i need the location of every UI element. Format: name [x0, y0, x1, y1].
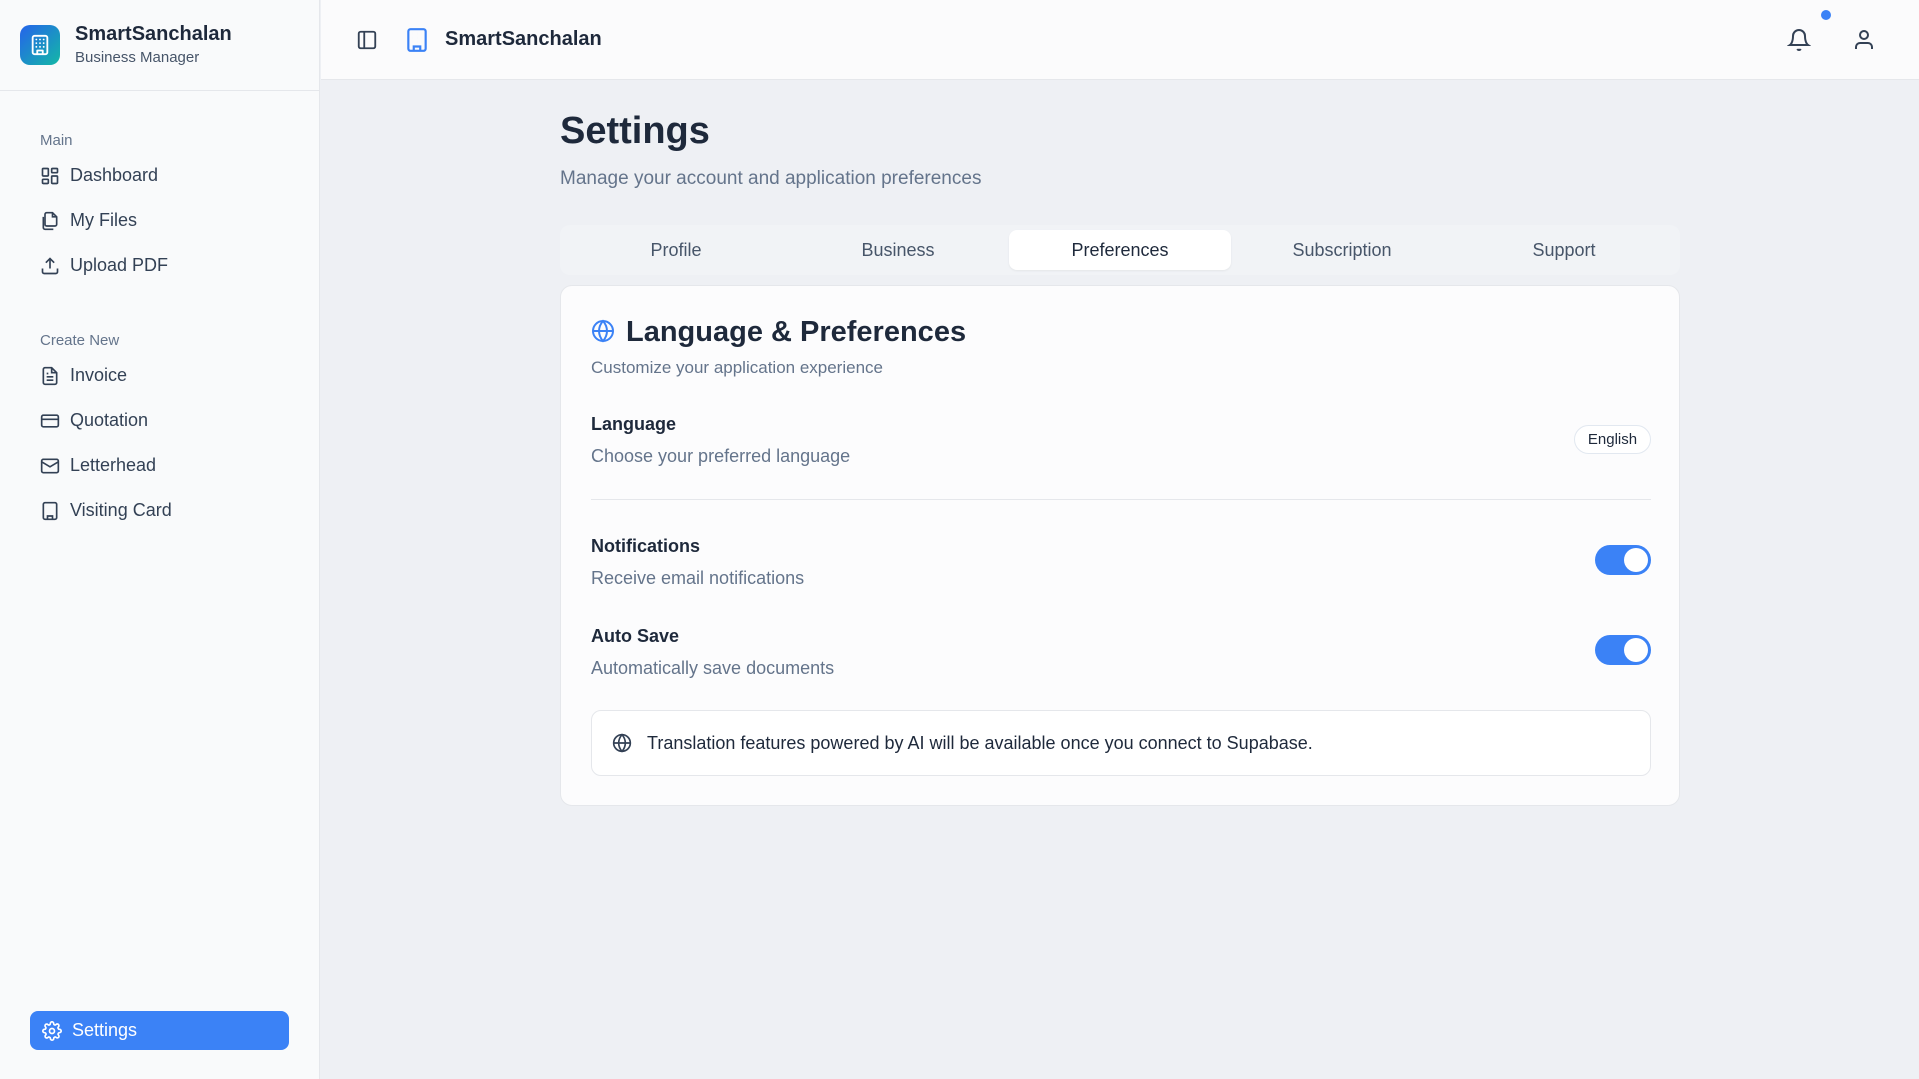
settings-tabs: Profile Business Preferences Subscriptio…	[560, 225, 1680, 275]
tab-preferences[interactable]: Preferences	[1009, 230, 1231, 270]
nav-section-title: Create New	[40, 332, 120, 349]
tab-support[interactable]: Support	[1453, 230, 1675, 270]
divider	[591, 499, 1651, 500]
sidebar-item-settings[interactable]: Settings	[30, 1011, 289, 1050]
sidebar: SmartSanchalan Business Manager Main Das…	[0, 0, 320, 1079]
top-header: SmartSanchalan	[321, 0, 1919, 80]
gear-icon	[42, 1020, 62, 1041]
sidebar-item-quotation[interactable]: Quotation	[0, 398, 320, 443]
sidebar-item-dashboard[interactable]: Dashboard	[0, 153, 320, 198]
auto-save-toggle[interactable]	[1595, 635, 1651, 665]
sidebar-item-letterhead[interactable]: Letterhead	[0, 443, 320, 488]
sidebar-item-label: Dashboard	[70, 165, 159, 185]
document-icon	[42, 366, 58, 385]
grid-icon	[41, 167, 59, 184]
notification-dot	[1821, 10, 1831, 20]
sidebar-item-visiting-card[interactable]: Visiting Card	[0, 488, 320, 533]
brand-subtitle: Business Manager	[75, 49, 200, 66]
card-icon	[40, 413, 60, 428]
nav-section-title: Main	[40, 132, 73, 149]
page-subtitle: Manage your account and application pref…	[560, 168, 982, 189]
upload-icon	[41, 256, 59, 274]
notifications-label: Notifications	[591, 536, 701, 556]
info-text: Translation features powered by AI will …	[647, 732, 1313, 753]
auto-save-desc: Automatically save documents	[591, 658, 835, 678]
sidebar-item-label: Upload PDF	[70, 255, 169, 275]
tab-business[interactable]: Business	[787, 230, 1009, 270]
language-select[interactable]: English	[1574, 425, 1651, 454]
nav-section-create: Create New Invoice Quotation Letterhead …	[0, 329, 320, 533]
sidebar-item-label: Visiting Card	[70, 500, 172, 520]
brand: SmartSanchalan Business Manager	[0, 0, 319, 91]
sidebar-item-invoice[interactable]: Invoice	[0, 353, 320, 398]
info-box: Translation features powered by AI will …	[591, 710, 1651, 776]
header-title: SmartSanchalan	[445, 28, 602, 50]
brand-name: SmartSanchalan	[75, 23, 232, 45]
card-title: Language & Preferences	[626, 316, 967, 348]
tab-subscription[interactable]: Subscription	[1231, 230, 1453, 270]
sidebar-item-label: Settings	[72, 1020, 138, 1040]
sidebar-item-my-files[interactable]: My Files	[0, 198, 320, 243]
user-icon[interactable]	[1852, 28, 1876, 52]
sidebar-item-upload-pdf[interactable]: Upload PDF	[0, 243, 320, 288]
tab-profile[interactable]: Profile	[565, 230, 787, 270]
sidebar-item-label: Quotation	[70, 410, 149, 430]
notifications-desc: Receive email notifications	[591, 568, 805, 588]
building-icon	[20, 25, 60, 65]
page-title: Settings	[560, 110, 710, 152]
auto-save-label: Auto Save	[591, 626, 680, 646]
building-icon	[42, 501, 58, 520]
building-icon	[407, 28, 427, 52]
language-label: Language	[591, 414, 677, 434]
globe-icon	[612, 733, 632, 753]
toggle-knob	[1624, 548, 1648, 572]
sidebar-item-label: Invoice	[70, 365, 128, 385]
notifications-toggle[interactable]	[1595, 545, 1651, 575]
language-desc: Choose your preferred language	[591, 446, 851, 466]
card-subtitle: Customize your application experience	[591, 358, 883, 377]
sidebar-item-label: Letterhead	[70, 455, 157, 475]
globe-icon	[592, 319, 614, 343]
sidebar-toggle-icon[interactable]	[356, 29, 378, 51]
bell-icon[interactable]	[1787, 28, 1811, 52]
nav-section-main: Main Dashboard My Files Upload PDF	[0, 129, 320, 288]
files-icon	[42, 211, 58, 230]
toggle-knob	[1624, 638, 1648, 662]
mail-icon	[40, 458, 60, 473]
preferences-card: Language & Preferences Customize your ap…	[560, 285, 1680, 806]
sidebar-item-label: My Files	[70, 210, 137, 230]
